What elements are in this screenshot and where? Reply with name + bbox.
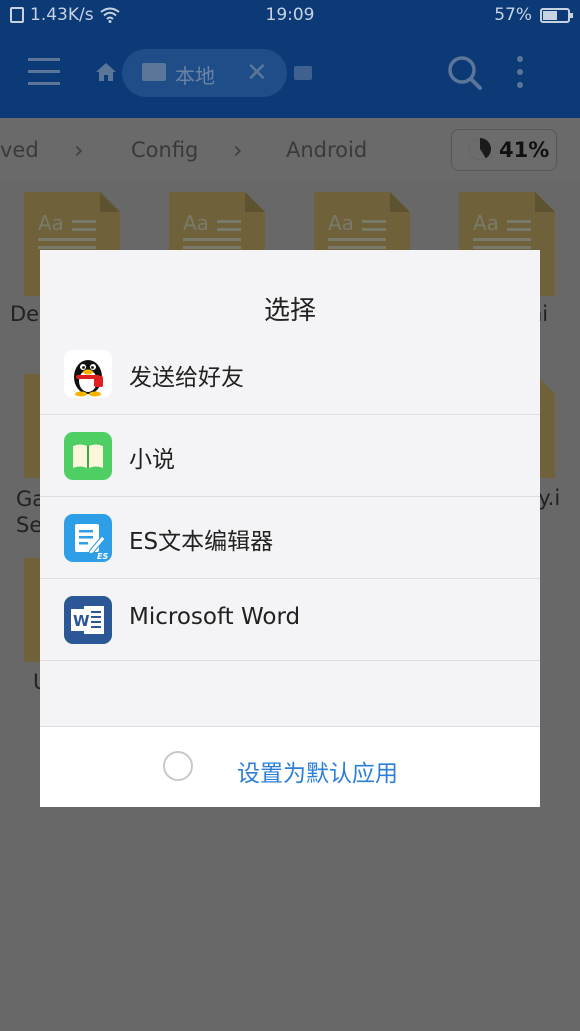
novel-book-icon [64, 432, 112, 480]
es-text-editor-icon: ES [64, 514, 112, 562]
svg-text:ES: ES [97, 552, 108, 561]
menu-icon[interactable] [26, 54, 62, 90]
breadcrumb-item[interactable]: Android [286, 138, 367, 162]
app-option-label: 小说 [129, 447, 175, 473]
search-icon[interactable] [447, 55, 483, 91]
clock: 19:09 [265, 5, 315, 25]
storage-percent: 41% [499, 138, 550, 162]
svg-text:W: W [73, 612, 90, 630]
app-option-qq[interactable]: 发送给好友 [40, 333, 540, 415]
breadcrumb-item[interactable]: ved [0, 138, 39, 162]
dialog-title: 选择 [263, 296, 316, 326]
app-option-label: Microsoft Word [129, 604, 301, 630]
svg-text:Aa: Aa [183, 211, 209, 235]
svg-text:Aa: Aa [473, 211, 499, 235]
set-default-label[interactable]: 设置为默认应用 [237, 754, 398, 788]
chevron-right-icon: › [233, 136, 243, 164]
qq-penguin-icon [64, 350, 112, 398]
storage-icon [142, 63, 166, 81]
pie-chart-icon [469, 138, 491, 160]
app-option-microsoft-word[interactable]: W Microsoft Word [40, 579, 540, 661]
more-options-icon[interactable] [517, 56, 523, 95]
svg-text:Aa: Aa [328, 211, 354, 235]
app-option-es-text-editor[interactable]: ES ES文本编辑器 [40, 497, 540, 579]
app-option-novel[interactable]: 小说 [40, 415, 540, 497]
app-option-label: ES文本编辑器 [129, 529, 274, 555]
status-bar: 1.43K/s 19:09 57% [0, 0, 580, 30]
app-option-label: 发送给好友 [129, 365, 244, 391]
window-tab-icon[interactable] [294, 66, 312, 80]
breadcrumb-item[interactable]: Config [131, 138, 198, 162]
set-default-radio[interactable] [163, 751, 193, 781]
app-bar [0, 30, 580, 118]
location-tab-label: 本地 [175, 64, 215, 88]
battery-icon [540, 7, 573, 23]
microsoft-word-icon: W [64, 596, 112, 644]
close-tab-icon[interactable]: ✕ [246, 58, 268, 88]
chevron-right-icon: › [74, 136, 84, 164]
svg-text:Aa: Aa [38, 211, 64, 235]
home-icon[interactable] [95, 62, 117, 82]
battery-percent: 57% [494, 5, 532, 25]
